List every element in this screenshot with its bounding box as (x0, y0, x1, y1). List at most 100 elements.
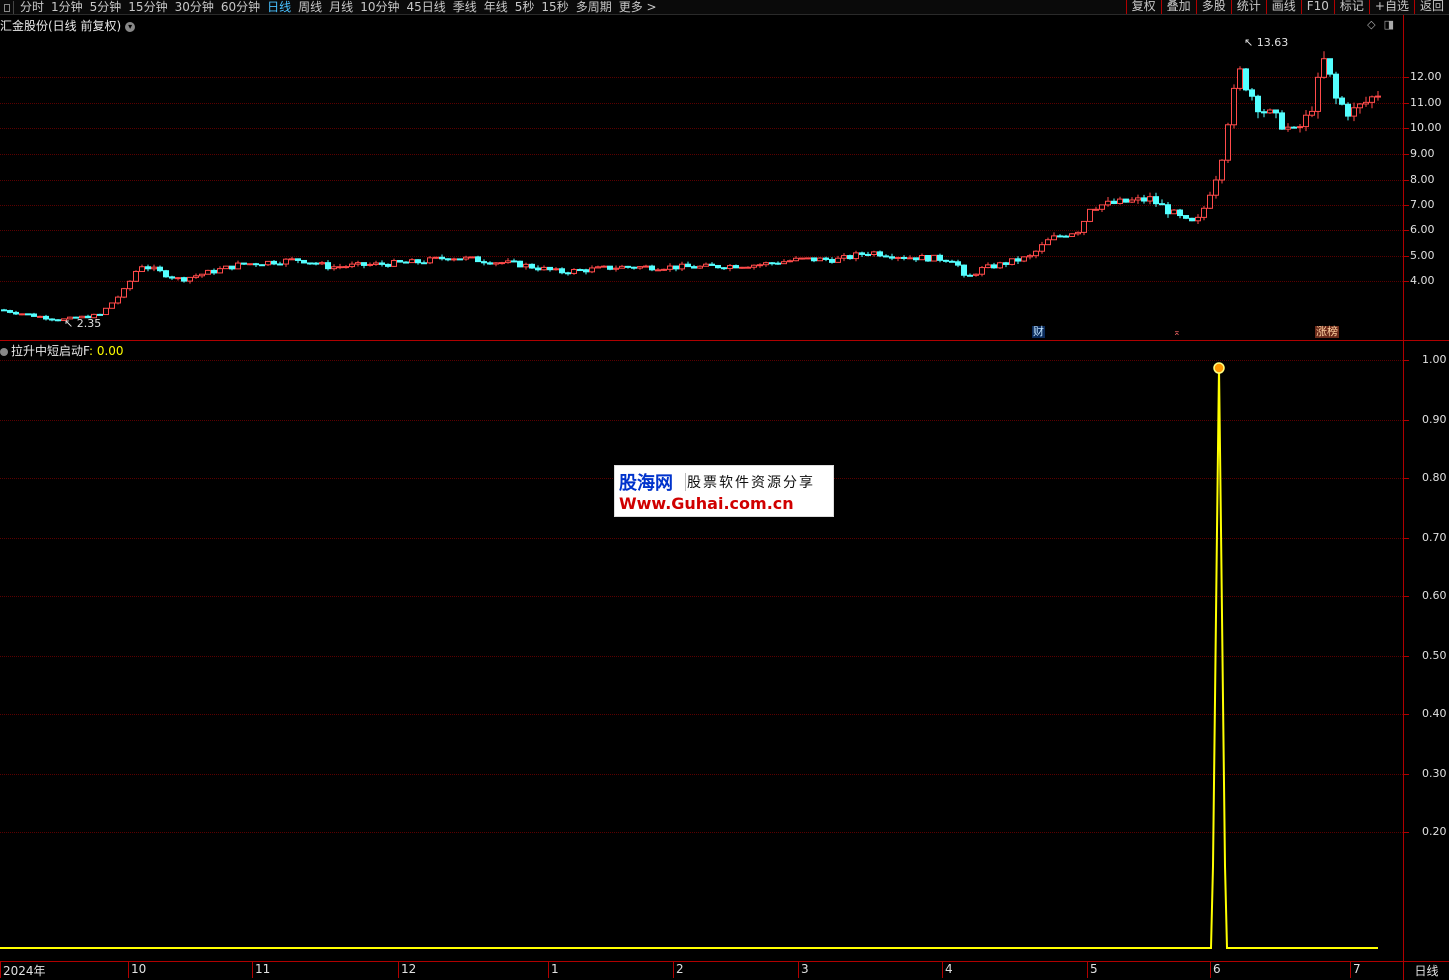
candle-body (1123, 198, 1129, 203)
candle-body (487, 262, 493, 265)
candle (1177, 208, 1183, 219)
candle-body (361, 262, 367, 266)
candle-body (655, 269, 661, 272)
candle (547, 266, 553, 272)
candle (763, 261, 769, 267)
candle-body (949, 260, 955, 263)
candle (961, 264, 967, 278)
candle (301, 259, 307, 264)
signal-line (0, 367, 1378, 949)
event-marker-icon[interactable]: ⌅ (1172, 327, 1182, 339)
finance-badge[interactable]: 财 (1032, 326, 1045, 338)
candle (1159, 199, 1165, 206)
candle-body (769, 262, 775, 265)
indicator-tick (1404, 596, 1409, 597)
candle-body (109, 302, 115, 309)
candle-body (127, 280, 133, 290)
candle (745, 266, 751, 269)
candle (1009, 258, 1015, 266)
candle-body (145, 266, 151, 270)
candle-body (451, 258, 457, 261)
right-axis-border (1403, 15, 1404, 980)
candle-body (1219, 159, 1225, 181)
candle (1297, 123, 1303, 133)
signal-peak-icon (1213, 362, 1225, 374)
candle (715, 264, 721, 269)
candle-body (1159, 203, 1165, 206)
candle-body (1189, 217, 1195, 222)
candle-body (913, 257, 919, 261)
candle-body (889, 256, 895, 259)
candle-body (1003, 262, 1009, 265)
candle-body (721, 267, 727, 270)
candle (391, 258, 397, 267)
candle-body (703, 263, 709, 267)
candle (1327, 58, 1333, 77)
candle-body (811, 257, 817, 262)
candle (163, 269, 169, 278)
candle-body (427, 257, 433, 264)
time-label: 11 (255, 962, 271, 976)
candle-body (577, 269, 583, 272)
candle (997, 261, 1003, 269)
candle (589, 265, 595, 274)
candle-body (799, 257, 805, 260)
candle-body (739, 266, 745, 269)
candle (805, 257, 811, 260)
time-tick (548, 962, 549, 978)
candle-body (337, 266, 343, 269)
candle-body (1237, 68, 1243, 89)
candle (1135, 194, 1141, 204)
candle-body (31, 313, 37, 317)
candle-body (313, 262, 319, 265)
candle (25, 313, 31, 316)
candle (625, 265, 631, 269)
candle (793, 256, 799, 262)
candle (1261, 109, 1267, 118)
candle-body (763, 262, 769, 266)
candle (175, 276, 181, 281)
candle-body (1309, 110, 1315, 116)
candle (55, 319, 61, 322)
candle-body (661, 268, 667, 271)
candle (535, 265, 541, 272)
candle (229, 265, 235, 271)
candle-body (667, 265, 673, 270)
candle-body (541, 266, 547, 271)
candle (1183, 215, 1189, 220)
candle-body (385, 263, 391, 267)
candle (217, 266, 223, 274)
indicator-tick (1404, 714, 1409, 715)
limit-up-badge[interactable]: 涨榜 (1315, 326, 1339, 338)
candle-body (847, 255, 853, 260)
candle-body (415, 259, 421, 264)
candle (523, 262, 529, 270)
candle-body (1129, 199, 1135, 203)
candle-body (457, 258, 463, 261)
candle (1171, 208, 1177, 215)
candle-body (601, 265, 607, 268)
candle-body (403, 261, 409, 264)
candle-body (631, 266, 637, 269)
time-tick (252, 962, 253, 978)
candle-body (793, 257, 799, 262)
candle (187, 276, 193, 284)
indicator-label: 0.90 (1422, 413, 1447, 426)
candle-body (1093, 208, 1099, 211)
period-status[interactable]: 日线 (1404, 962, 1449, 979)
toolbar-button-8[interactable]: 返回 (1413, 0, 1449, 14)
candle-body (1363, 101, 1369, 105)
candle-body (151, 266, 157, 270)
candle (13, 310, 19, 315)
candle-body (133, 270, 139, 282)
candle (739, 266, 745, 269)
candle (151, 264, 157, 272)
candle (841, 253, 847, 262)
candle (1303, 109, 1309, 132)
candle-body (781, 261, 787, 265)
candle (1237, 66, 1243, 91)
candle-body (121, 288, 127, 298)
candle-body (877, 251, 883, 257)
candle (157, 265, 163, 273)
low-price-marker: ↖ 2.35 (64, 317, 101, 330)
